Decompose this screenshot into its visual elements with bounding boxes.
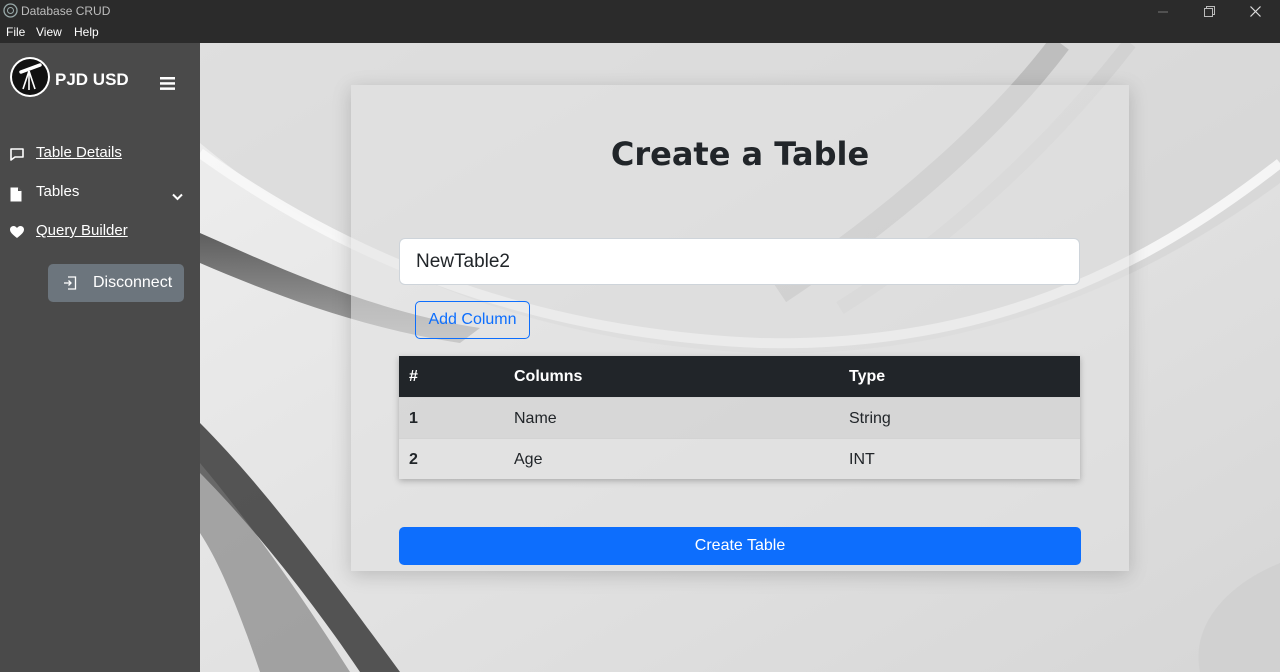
- create-table-card: Create a Table Add Column # Columns Type…: [351, 85, 1129, 571]
- table-header: # Columns Type: [399, 356, 1080, 397]
- sidebar-item-label: Query Builder: [36, 222, 128, 239]
- create-table-button[interactable]: Create Table: [399, 527, 1081, 565]
- hamburger-menu-icon[interactable]: [160, 77, 175, 95]
- window-title: Database CRUD: [21, 4, 111, 18]
- header-index: #: [409, 368, 418, 385]
- main-content: Create a Table Add Column # Columns Type…: [200, 43, 1280, 672]
- menu-file[interactable]: File: [6, 25, 25, 39]
- menu-bar: File View Help: [0, 23, 1280, 43]
- table-row: 2 Age INT: [399, 438, 1080, 479]
- sidebar-item-tables[interactable]: Tables: [10, 182, 190, 206]
- chat-square-icon: [10, 148, 24, 165]
- minimize-button[interactable]: [1140, 0, 1186, 23]
- table-name-input[interactable]: [399, 238, 1080, 285]
- header-type: Type: [849, 368, 886, 385]
- header-columns: Columns: [514, 368, 583, 385]
- sidebar: PJD USD Table Details Tables Query Build…: [0, 43, 200, 672]
- file-icon: [10, 187, 22, 206]
- logo: [10, 57, 50, 97]
- columns-table: # Columns Type 1 Name String 2 Age INT: [399, 356, 1080, 479]
- title-bar: Database CRUD: [0, 0, 1280, 23]
- chevron-down-icon[interactable]: [172, 188, 183, 205]
- menu-help[interactable]: Help: [74, 25, 99, 39]
- table-row: 1 Name String: [399, 397, 1080, 438]
- row-column-type: String: [849, 410, 891, 427]
- row-column-name: Name: [514, 410, 557, 427]
- disconnect-label: Disconnect: [93, 274, 173, 291]
- brand-name: PJD USD: [55, 70, 129, 89]
- page-title: Create a Table: [610, 135, 870, 173]
- sidebar-item-query-builder[interactable]: Query Builder: [10, 221, 190, 245]
- add-column-button[interactable]: Add Column: [415, 301, 530, 339]
- heart-icon: [10, 226, 24, 243]
- sidebar-item-label: Tables: [36, 183, 80, 200]
- close-button[interactable]: [1232, 0, 1278, 23]
- row-index: 2: [409, 451, 418, 468]
- menu-view[interactable]: View: [36, 25, 62, 39]
- row-index: 1: [409, 410, 418, 427]
- row-column-name: Age: [514, 451, 543, 468]
- app-icon: [3, 3, 18, 21]
- sidebar-item-table-details[interactable]: Table Details: [10, 143, 190, 167]
- sidebar-item-label: Table Details: [36, 144, 122, 161]
- logout-icon: [63, 276, 77, 295]
- row-column-type: INT: [849, 451, 875, 468]
- disconnect-button[interactable]: Disconnect: [48, 264, 184, 302]
- restore-button[interactable]: [1186, 0, 1232, 23]
